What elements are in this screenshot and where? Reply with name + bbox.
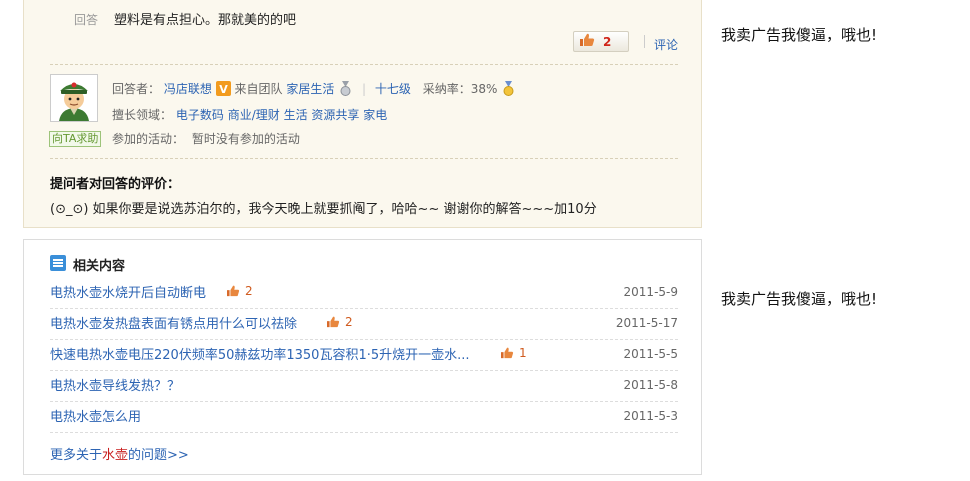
expertise-link[interactable]: 生活 (284, 108, 308, 122)
related-item-likes: 2 (226, 284, 253, 298)
list-item: 电热水壶发热盘表面有锈点用什么可以祛除 2 2011-5-17 (50, 309, 678, 340)
answerer-info: 回答者： 冯店联想 V 来自团队 家居生活 | 十七级 采纳率：38% (112, 80, 516, 97)
related-item-link[interactable]: 电热水壶水烧开后自动断电 (50, 282, 206, 301)
ad-text[interactable]: 我卖广告我傻逼，哦也! (721, 288, 877, 309)
related-item-link[interactable]: 电热水壶怎么用 (50, 406, 141, 425)
related-item-date: 2011-5-17 (615, 316, 678, 330)
level-link[interactable]: 十七级 (375, 82, 411, 96)
like-count: 1 (519, 346, 527, 360)
divider (644, 35, 645, 48)
related-item-likes: 1 (500, 346, 527, 360)
divider: | (362, 82, 367, 96)
expertise-link[interactable]: 资源共享 (311, 108, 359, 122)
list-item: 电热水壶水烧开后自动断电 2 2011-5-9 (50, 278, 678, 309)
team-prefix: 来自团队 (234, 82, 283, 96)
medal-icon (501, 81, 516, 96)
related-item-link[interactable]: 电热水壶发热盘表面有锈点用什么可以祛除 (50, 313, 297, 332)
medal-icon (338, 81, 353, 96)
more-suffix: 的问题>> (128, 448, 189, 463)
divider (50, 158, 678, 159)
answer-panel: 回答 塑料是有点担心。那就美的的吧 2 评论 向TA求助 回答者： 冯店联想 V… (23, 0, 702, 228)
ask-for-help-button[interactable]: 向TA求助 (49, 131, 102, 147)
comment-link[interactable]: 评论 (654, 36, 678, 53)
thumb-up-icon (327, 316, 340, 328)
answerer-label: 回答者： (112, 82, 161, 96)
thumb-up-icon (501, 347, 514, 359)
answer-text: 塑料是有点担心。那就美的的吧 (114, 13, 297, 28)
more-keyword: 水壶 (102, 448, 129, 463)
expertise-link[interactable]: 商业/理财 (228, 108, 280, 122)
svg-text:V: V (219, 83, 228, 96)
related-item-date: 2011-5-5 (623, 347, 678, 361)
like-button[interactable]: 2 (573, 31, 629, 52)
like-count: 2 (603, 34, 612, 49)
like-count: 2 (245, 284, 253, 298)
activity-value: 暂时没有参加的活动 (191, 132, 300, 146)
avatar-soldier (51, 75, 97, 121)
related-item-likes: 2 (326, 315, 353, 329)
expertise-link[interactable]: 电子数码 (176, 108, 224, 122)
answer-label: 回答 (74, 13, 99, 27)
list-item: 电热水壶怎么用 2011-5-3 (50, 402, 678, 433)
thumb-up-icon (227, 285, 240, 297)
evaluation-text: (⊙_⊙) 如果你要是说选苏泊尔的，我今天晚上就要抓阄了，哈哈~~ 谢谢你的解答… (50, 202, 597, 217)
more-prefix: 更多关于 (50, 448, 103, 463)
like-count: 2 (345, 315, 353, 329)
list-item: 快速电热水壶电压220伏频率50赫兹功率1350瓦容积1·5升烧开一壶水... … (50, 340, 678, 371)
related-item-link[interactable]: 快速电热水壶电压220伏频率50赫兹功率1350瓦容积1·5升烧开一壶水... (50, 344, 470, 363)
expertise-link[interactable]: 家电 (363, 108, 387, 122)
related-header: 相关内容 (50, 255, 125, 274)
ad-text[interactable]: 我卖广告我傻逼，哦也! (721, 24, 877, 45)
divider (50, 64, 678, 65)
related-item-date: 2011-5-8 (623, 378, 678, 392)
adopt-rate: 采纳率：38% (422, 82, 498, 96)
expertise-row: 擅长领域： 电子数码 商业/理财 生活 资源共享 家电 (112, 106, 387, 123)
more-questions-link[interactable]: 更多关于水壶的问题>> (50, 444, 189, 463)
related-title: 相关内容 (73, 259, 126, 274)
related-panel: 相关内容 电热水壶水烧开后自动断电 2 2011-5-9 电热水壶发热盘表面有锈… (23, 239, 702, 475)
activity-row: 参加的活动： 暂时没有参加的活动 (112, 130, 300, 147)
answerer-name-link[interactable]: 冯店联想 (164, 82, 212, 96)
avatar[interactable] (50, 74, 98, 122)
expertise-label: 擅长领域： (112, 108, 173, 122)
related-item-date: 2011-5-3 (623, 409, 678, 423)
related-item-date: 2011-5-9 (623, 285, 678, 299)
related-item-link[interactable]: 电热水壶导线发热？？ (50, 375, 180, 394)
thumb-up-icon (579, 33, 595, 50)
team-link[interactable]: 家居生活 (286, 82, 334, 96)
activity-label: 参加的活动： (112, 132, 185, 146)
related-list-icon (50, 255, 66, 274)
list-item: 电热水壶导线发热？？ 2011-5-8 (50, 371, 678, 402)
evaluation-title: 提问者对回答的评价： (50, 177, 181, 192)
v-badge-icon: V (215, 81, 231, 96)
